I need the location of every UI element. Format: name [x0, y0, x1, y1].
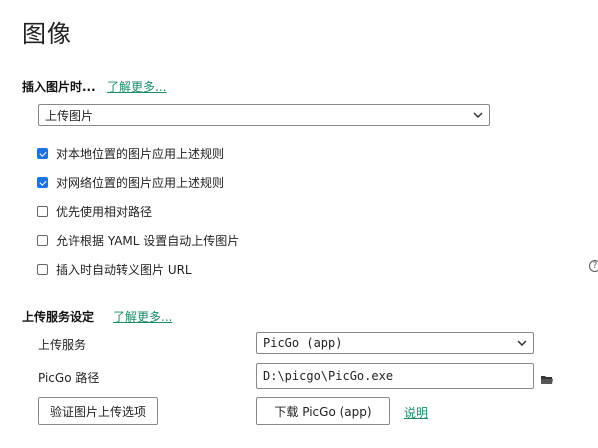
insert-section-title: 插入图片时...	[22, 80, 96, 94]
option-label: 优先使用相对路径	[56, 205, 153, 219]
picgo-path-label: PicGo 路径	[38, 371, 100, 385]
page-title: 图像	[22, 20, 72, 48]
option-label: 允许根据 YAML 设置自动上传图片	[56, 234, 240, 248]
checkbox-apply-network[interactable]	[37, 177, 48, 188]
chevron-down-icon	[517, 338, 527, 349]
insert-action-select-value: 上传图片	[45, 108, 94, 123]
upload-learn-more-link[interactable]: 了解更多...	[113, 308, 172, 325]
upload-service-select-value: PicGo (app)	[263, 336, 343, 350]
checkbox-relative-path[interactable]	[37, 206, 48, 217]
checkbox-apply-local[interactable]	[37, 148, 48, 159]
option-apply-local[interactable]: 对本地位置的图片应用上述规则	[37, 145, 224, 162]
checkbox-yaml-upload[interactable]	[37, 235, 48, 246]
folder-icon[interactable]	[541, 370, 553, 389]
explain-link[interactable]: 说明	[404, 404, 428, 421]
picgo-path-value: D:\picgo\PicGo.exe	[263, 369, 394, 383]
picgo-path-input[interactable]: D:\picgo\PicGo.exe	[256, 363, 534, 389]
option-label: 插入时自动转义图片 URL	[56, 263, 192, 277]
option-escape-url[interactable]: 插入时自动转义图片 URL	[37, 261, 192, 278]
upload-service-select[interactable]: PicGo (app)	[256, 332, 534, 354]
chevron-down-icon	[473, 110, 483, 121]
verify-upload-button[interactable]: 验证图片上传选项	[38, 397, 158, 425]
option-relative-path[interactable]: 优先使用相对路径	[37, 203, 152, 220]
help-glyph: ?	[592, 261, 598, 271]
upload-service-label: 上传服务	[38, 338, 87, 352]
option-label: 对本地位置的图片应用上述规则	[56, 147, 225, 161]
insert-learn-more-link[interactable]: 了解更多...	[107, 78, 166, 95]
upload-section-title: 上传服务设定	[22, 310, 95, 324]
download-picgo-button[interactable]: 下载 PicGo (app)	[256, 397, 390, 425]
option-label: 对网络位置的图片应用上述规则	[56, 176, 225, 190]
option-apply-network[interactable]: 对网络位置的图片应用上述规则	[37, 174, 224, 191]
help-icon[interactable]: ?	[589, 260, 598, 272]
checkbox-escape-url[interactable]	[37, 264, 48, 275]
option-yaml-upload[interactable]: 允许根据 YAML 设置自动上传图片	[37, 232, 239, 249]
insert-action-select[interactable]: 上传图片	[38, 104, 490, 126]
